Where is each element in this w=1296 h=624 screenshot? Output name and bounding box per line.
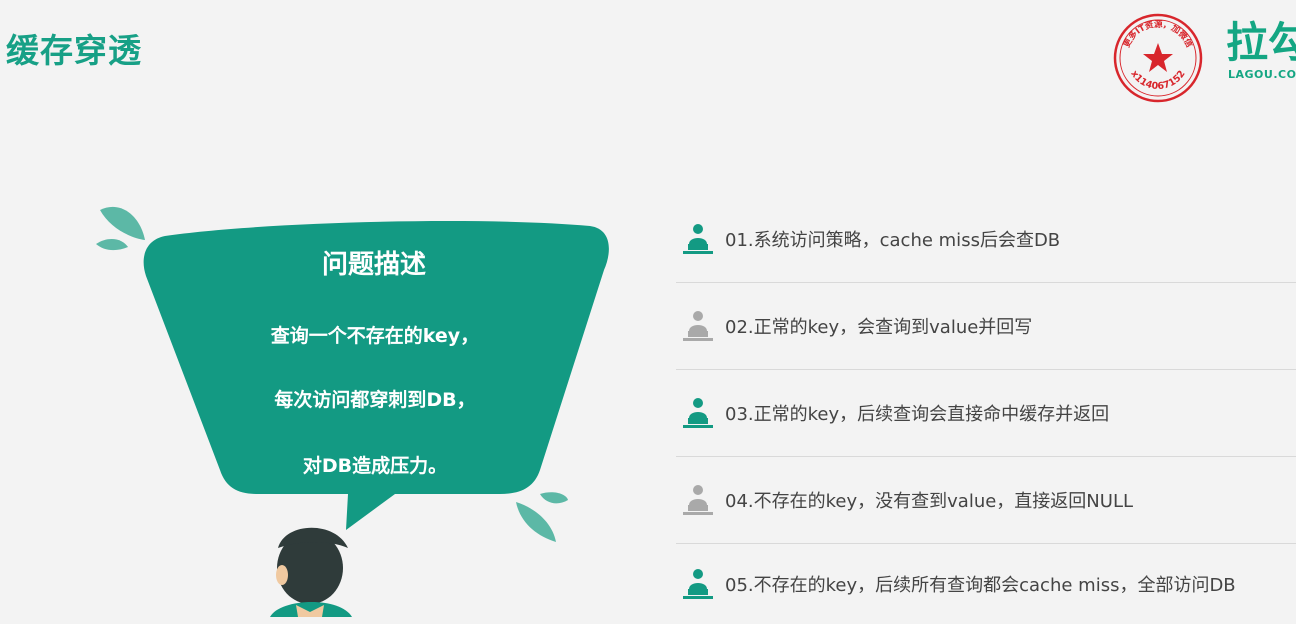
presenter-icon <box>683 224 713 254</box>
bubble-line: 查询一个不存在的key， <box>270 325 480 347</box>
list-item-text: 04.不存在的key，没有查到value，直接返回NULL <box>725 491 1133 512</box>
list-item: 03.正常的key，后续查询会直接命中缓存并返回 <box>676 370 1296 457</box>
character-illustration <box>270 527 352 617</box>
bubble-line: 每次访问都穿刺到DB， <box>274 389 476 411</box>
list-item-text: 02.正常的key，会查询到value并回写 <box>725 317 1033 338</box>
brand-domain: LAGOU.CO <box>1228 68 1296 81</box>
list-item-text: 05.不存在的key，后续所有查询都会cache miss，全部访问DB <box>725 575 1236 596</box>
list-item-text: 01.系统访问策略，cache miss后会查DB <box>725 230 1061 251</box>
watermark-stamp: 更多IT资源，加微信 x114067152 <box>1113 13 1203 103</box>
bubble-heading: 问题描述 <box>321 250 426 280</box>
splash-drop-icon <box>96 238 128 251</box>
presenter-icon <box>683 311 713 341</box>
brand-logo-text: 拉勾 <box>1226 18 1296 67</box>
step-list: 01.系统访问策略，cache miss后会查DB 02.正常的key，会查询到… <box>676 196 1296 624</box>
presenter-icon <box>683 569 713 599</box>
speech-bubble-illustration <box>96 206 609 617</box>
list-item-text: 03.正常的key，后续查询会直接命中缓存并返回 <box>725 404 1110 425</box>
list-item: 04.不存在的key，没有查到value，直接返回NULL <box>676 457 1296 544</box>
splash-drop-icon <box>516 502 556 542</box>
list-item: 02.正常的key，会查询到value并回写 <box>676 283 1296 370</box>
presenter-icon <box>683 485 713 515</box>
list-item: 01.系统访问策略，cache miss后会查DB <box>676 196 1296 283</box>
star-icon <box>1143 43 1173 72</box>
bubble-line: 对DB造成压力。 <box>302 455 448 477</box>
presenter-icon <box>683 398 713 428</box>
splash-drop-icon <box>540 492 568 504</box>
splash-drop-icon <box>100 206 145 240</box>
svg-text:x114067152: x114067152 <box>1128 69 1187 93</box>
list-item: 05.不存在的key，后续所有查询都会cache miss，全部访问DB <box>676 544 1296 624</box>
